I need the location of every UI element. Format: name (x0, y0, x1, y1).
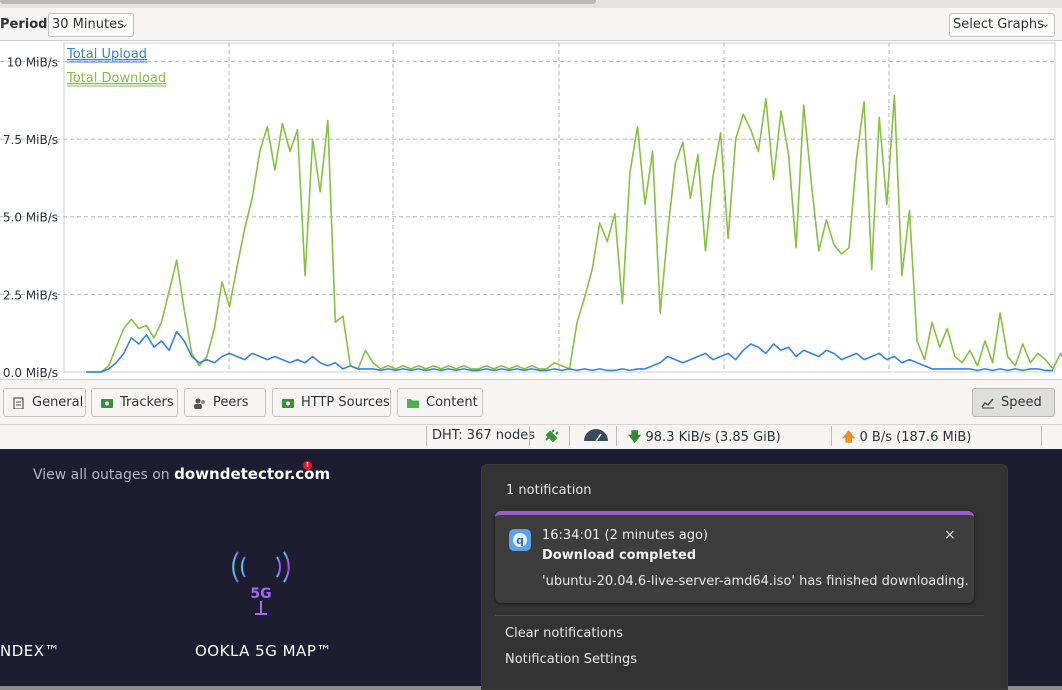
y-tick-label: 0.0 MiB/s (3, 366, 58, 379)
tab-general[interactable]: General (3, 388, 86, 417)
notification-body: 'ubuntu-20.04.6-live-server-amd64.iso' h… (542, 574, 969, 589)
scrollbar-thumb[interactable] (0, 0, 596, 4)
http-sources-icon (282, 398, 294, 408)
5g-text: 5G (250, 586, 271, 602)
speedometer-icon (584, 429, 608, 442)
period-value: 30 Minutes (52, 17, 124, 32)
period-label: Period: (0, 17, 53, 32)
5g-tower-icon: 5G (232, 551, 290, 615)
legend-entry-total-upload: Total Upload (66, 47, 147, 62)
peers-icon (194, 398, 205, 409)
speed-limit-toggle[interactable] (578, 426, 614, 446)
separator (529, 426, 530, 446)
outages-prefix: View all outages on (33, 467, 170, 483)
notification-settings-button[interactable]: Notification Settings (505, 652, 637, 667)
tab-peers[interactable]: Peers (184, 388, 266, 417)
y-tick-label: 7.5 MiB/s (3, 133, 58, 147)
svg-text:q: q (516, 534, 524, 547)
dht-status: DHT: 367 nodes (432, 428, 535, 443)
select-graphs-dropdown[interactable]: Select Graphs ⌄ (949, 13, 1055, 37)
connection-status[interactable] (538, 426, 564, 446)
separator (426, 426, 427, 446)
period-dropdown[interactable]: 30 Minutes ⌄ (48, 13, 134, 37)
tab-speed-label: Speed (1001, 395, 1042, 410)
upload-speed-text: 0 B/s (187.6 MiB) (859, 430, 972, 445)
ookla-5g-map-label[interactable]: OOKLA 5G MAP™ (195, 642, 332, 660)
outages-link[interactable]: View all outages on downdetector.com (33, 465, 330, 483)
close-icon[interactable]: × (944, 527, 956, 543)
qbittorrent-panel: Period: 30 Minutes ⌄ Select Graphs ⌄ 10 … (0, 0, 1062, 449)
tab-peers-label: Peers (213, 395, 249, 410)
tab-content-label: Content (426, 395, 478, 410)
tracker-icon (101, 398, 113, 408)
separator (569, 426, 570, 446)
tab-content[interactable]: Content (397, 388, 483, 417)
y-tick-label: 2.5 MiB/s (3, 288, 58, 302)
clear-notifications-button[interactable]: Clear notifications (505, 626, 623, 641)
plug-icon (545, 429, 559, 443)
speed-chart: 10 MiB/s 7.5 MiB/s 5.0 MiB/s 2.5 MiB/s 0.0 M… (0, 40, 1062, 380)
horizontal-scrollbar[interactable] (0, 0, 1062, 8)
chevron-down-icon: ⌄ (119, 17, 129, 30)
download-speed-status: 🡇 98.3 KiB/s (3.85 GiB) (624, 426, 785, 446)
line-graph-icon (981, 398, 994, 408)
tab-general-label: General (32, 395, 84, 410)
tab-speed[interactable]: Speed (972, 388, 1055, 417)
tab-trackers-label: Trackers (120, 395, 174, 410)
upload-speed-status: 🡅 0 B/s (187.6 MiB) (838, 426, 975, 446)
separator (831, 426, 832, 446)
notification-time: 16:34:01 (2 minutes ago) (542, 528, 708, 543)
y-tick-label: 5.0 MiB/s (3, 211, 58, 225)
legend-entry-total-download: Total Download (66, 71, 166, 86)
chevron-down-icon: ⌄ (1040, 17, 1050, 30)
notification-count: 1 notification (506, 483, 592, 498)
separator (616, 426, 617, 446)
speed-chart-svg: 10 MiB/s 7.5 MiB/s 5.0 MiB/s 2.5 MiB/s 0.0 M… (0, 42, 1062, 380)
downdetector-alert-icon: ! (303, 461, 312, 470)
index-label[interactable]: NDEX™ (0, 642, 60, 660)
tab-trackers[interactable]: Trackers (91, 388, 178, 417)
divider (495, 615, 984, 616)
qbittorrent-app-icon: q (509, 529, 531, 551)
upload-arrow-icon: 🡅 (842, 430, 856, 445)
notification-title: Download completed (542, 548, 697, 563)
y-tick-label: 10 MiB/s (7, 55, 58, 69)
separator (1041, 426, 1042, 446)
download-speed-text: 98.3 KiB/s (3.85 GiB) (645, 430, 781, 445)
select-graphs-label: Select Graphs (953, 17, 1044, 32)
tab-http-sources[interactable]: HTTP Sources (272, 388, 391, 417)
download-arrow-icon: 🡇 (628, 430, 642, 445)
tab-http-sources-label: HTTP Sources (301, 395, 390, 410)
folder-icon (407, 398, 419, 408)
document-icon (13, 396, 24, 409)
